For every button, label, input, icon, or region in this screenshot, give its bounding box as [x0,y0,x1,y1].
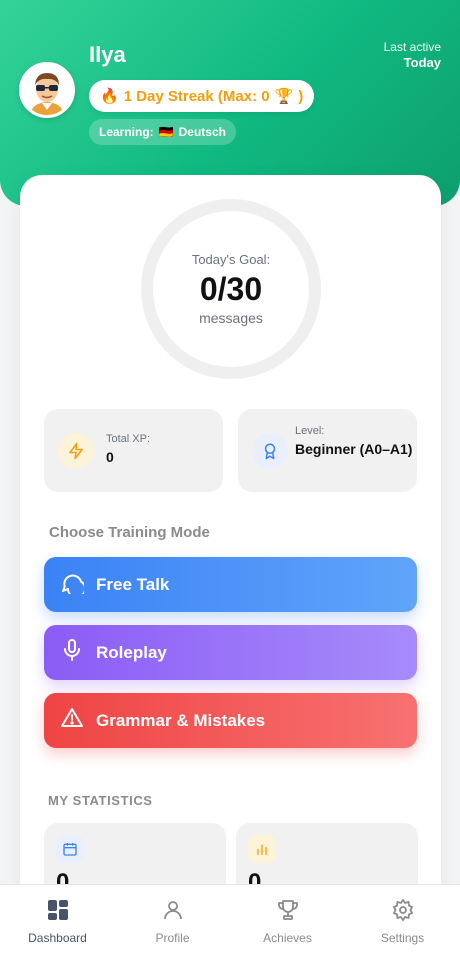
bar-chart-icon [248,835,276,863]
grammar-mistakes-button[interactable]: Grammar & Mistakes [44,693,417,748]
last-active-value: Today [403,55,441,70]
level-label: Level: [295,425,325,437]
goal-unit: messages [199,310,263,326]
nav-profile-label: Profile [155,931,190,945]
nav-settings-label: Settings [380,931,425,945]
microphone-icon [60,638,84,667]
bottom-navigation: Dashboard Profile Achieves Settings [0,884,460,959]
trophy-icon: 🏆 [274,88,294,105]
person-icon [161,898,185,925]
dashboard-icon [46,898,70,925]
nav-dashboard-label: Dashboard [28,931,87,945]
trophy-nav-icon [276,898,300,925]
total-xp-card: Total XP: 0 [44,409,223,492]
free-talk-label: Free Talk [96,574,170,594]
chat-bubble-icon [60,570,86,599]
gear-icon [391,898,415,925]
german-flag-icon: 🇩🇪 [158,125,174,139]
streak-text: 1 Day Streak (Max: 0 [123,87,270,105]
learning-language-badge: Learning: 🇩🇪 Deutsch [89,119,236,145]
streak-badge: 🔥 1 Day Streak (Max: 0 🏆 ) [89,80,315,112]
last-active-label: Last active [383,40,441,54]
grammar-label: Grammar & Mistakes [96,710,266,730]
nav-dashboard[interactable]: Dashboard [0,885,115,959]
dashboard-card: Today's Goal: 0/30 messages Total XP: 0 … [20,175,441,959]
xp-value: 0 [106,449,114,465]
learning-language: Deutsch [178,125,226,139]
nav-settings[interactable]: Settings [345,885,460,959]
goal-value: 0/30 [199,271,263,307]
training-mode-title: Choose Training Mode [49,524,210,541]
free-talk-button[interactable]: Free Talk [44,557,417,612]
my-statistics-title: MY STATISTICS [48,793,153,808]
xp-label: Total XP: [106,433,151,445]
streak-close: ) [298,87,304,105]
nav-achieves[interactable]: Achieves [230,885,345,959]
level-card: Level: Beginner (A0–A1) [238,409,417,492]
award-ribbon-icon [252,433,288,469]
daily-goal-ring: Today's Goal: 0/30 messages [141,199,321,379]
nav-profile[interactable]: Profile [115,885,230,959]
lightning-icon [58,433,94,469]
roleplay-button[interactable]: Roleplay [44,625,417,680]
user-name: Ilya [89,42,126,67]
nav-achieves-label: Achieves [263,931,312,945]
calendar-icon [56,835,84,863]
learning-label: Learning: [99,125,154,139]
last-active: Last active Today [384,40,441,70]
warning-icon [60,706,84,735]
avatar-illustration [22,65,72,115]
roleplay-label: Roleplay [96,642,167,662]
goal-label: Today's Goal: [191,252,271,267]
fire-icon: 🔥 [100,88,119,105]
level-value: Beginner (A0–A1) [295,441,413,457]
avatar[interactable] [19,62,75,118]
